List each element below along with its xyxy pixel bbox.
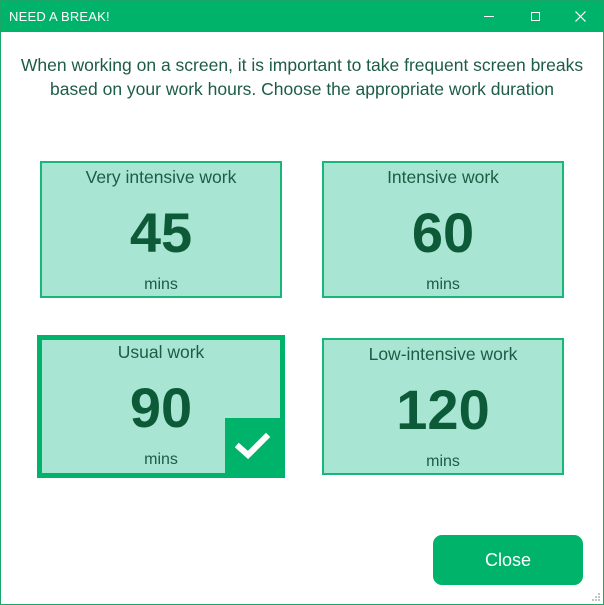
option-unit: mins bbox=[426, 453, 460, 470]
option-label: Low-intensive work bbox=[368, 344, 518, 364]
option-label: Intensive work bbox=[387, 167, 499, 187]
checkmark-icon bbox=[235, 432, 271, 460]
option-intensive-work[interactable]: Intensive work 60 mins bbox=[322, 161, 564, 298]
selected-badge bbox=[225, 418, 281, 474]
option-unit: mins bbox=[144, 276, 178, 293]
option-value: 120 bbox=[396, 378, 490, 441]
minimize-button[interactable] bbox=[466, 1, 512, 32]
option-low-intensive-work[interactable]: Low-intensive work 120 mins bbox=[322, 338, 564, 475]
close-icon bbox=[574, 11, 586, 22]
option-value: 60 bbox=[411, 201, 475, 264]
option-unit: mins bbox=[426, 276, 460, 293]
option-label: Usual work bbox=[117, 342, 205, 362]
option-very-intensive-work[interactable]: Very intensive work 45 mins bbox=[40, 161, 282, 298]
option-usual-work[interactable]: Usual work 90 mins bbox=[37, 335, 285, 478]
option-value: 45 bbox=[129, 201, 193, 264]
maximize-button[interactable] bbox=[512, 1, 558, 32]
resize-grip-icon[interactable] bbox=[591, 592, 601, 602]
minimize-icon bbox=[484, 16, 494, 17]
window-close-button[interactable] bbox=[557, 1, 603, 32]
maximize-icon bbox=[530, 12, 540, 21]
title-bar[interactable]: NEED A BREAK! bbox=[1, 1, 603, 32]
window-title: NEED A BREAK! bbox=[9, 9, 110, 24]
instructions-text: When working on a screen, it is importan… bbox=[20, 55, 584, 99]
break-dialog-window: NEED A BREAK! When working on a screen, … bbox=[0, 0, 604, 605]
option-label: Very intensive work bbox=[85, 167, 237, 187]
close-button[interactable]: Close bbox=[433, 535, 583, 585]
